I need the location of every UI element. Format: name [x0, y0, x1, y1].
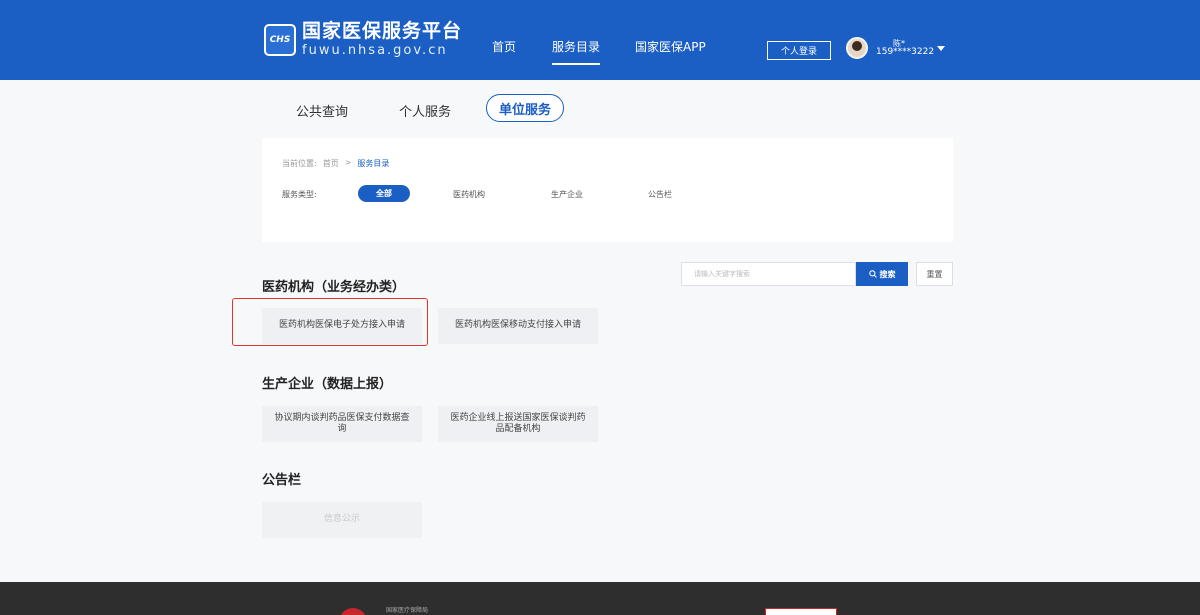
search-input[interactable]: 请输入关键字搜索 [681, 262, 856, 286]
card-mobile-payment-access[interactable]: 医药机构医保移动支付接入申请 [438, 308, 598, 344]
type-filter-all[interactable]: 全部 [358, 185, 410, 202]
footer-org-name: 国家医疗保障局 [386, 607, 429, 614]
card-drug-institution-report[interactable]: 医药企业线上报送国家医保谈判药品配备机构 [438, 406, 598, 442]
user-phone[interactable]: 159****3222 [876, 47, 934, 57]
site-logo[interactable]: CHS 国家医保服务平台 fuwu.nhsa.gov.cn [264, 22, 462, 57]
top-header: CHS 国家医保服务平台 fuwu.nhsa.gov.cn 首页 服务目录 国家… [0, 0, 1200, 80]
personal-login-button[interactable]: 个人登录 [767, 41, 831, 60]
section-title-medical: 医药机构（业务经办类） [262, 280, 406, 295]
card-info-disclosure[interactable]: 信息公示 [262, 502, 422, 538]
tab-personal-service[interactable]: 个人服务 [399, 101, 451, 120]
breadcrumb: 当前位置: 首页 > 服务目录 [282, 158, 389, 169]
reset-button[interactable]: 重置 [916, 262, 953, 286]
nav-app[interactable]: 国家医保APP [635, 38, 706, 55]
logo-url: fuwu.nhsa.gov.cn [302, 43, 448, 58]
service-type-label: 服务类型: [282, 190, 317, 199]
tab-public-query[interactable]: 公共查询 [296, 101, 348, 120]
national-emblem-icon [339, 608, 367, 615]
card-e-prescription-access[interactable]: 医药机构医保电子处方接入申请 [262, 308, 422, 344]
avatar[interactable] [846, 37, 868, 59]
nav-home[interactable]: 首页 [492, 38, 516, 55]
breadcrumb-current: 服务目录 [357, 159, 390, 168]
type-filter-bulletin[interactable]: 公告栏 [648, 189, 672, 200]
type-filter-manufacturer[interactable]: 生产企业 [551, 189, 583, 200]
logo-title: 国家医保服务平台 [302, 20, 463, 42]
search-button-label: 搜索 [879, 269, 896, 279]
section-title-bulletin: 公告栏 [262, 473, 302, 488]
chevron-down-icon[interactable] [937, 46, 945, 51]
search-button[interactable]: 搜索 [856, 262, 908, 286]
search-icon [868, 270, 877, 278]
card-drug-payment-query[interactable]: 协议期内谈判药品医保支付数据查询 [262, 406, 422, 442]
footer: 国家医疗保障局 [0, 582, 1200, 615]
breadcrumb-separator: > [344, 158, 352, 167]
nav-service-catalog[interactable]: 服务目录 [552, 38, 601, 65]
section-title-manufacturer: 生产企业（数据上报） [262, 377, 393, 392]
breadcrumb-home[interactable]: 首页 [323, 158, 339, 169]
breadcrumb-prefix: 当前位置: [282, 159, 317, 168]
type-filter-medical-institution[interactable]: 医药机构 [453, 189, 485, 200]
filter-panel: 当前位置: 首页 > 服务目录 服务类型: 全部 医药机构 生产企业 公告栏 [262, 138, 953, 242]
tab-unit-service[interactable]: 单位服务 [486, 94, 564, 122]
chs-logo-icon: CHS [264, 23, 296, 56]
government-badge-icon[interactable] [765, 608, 837, 615]
